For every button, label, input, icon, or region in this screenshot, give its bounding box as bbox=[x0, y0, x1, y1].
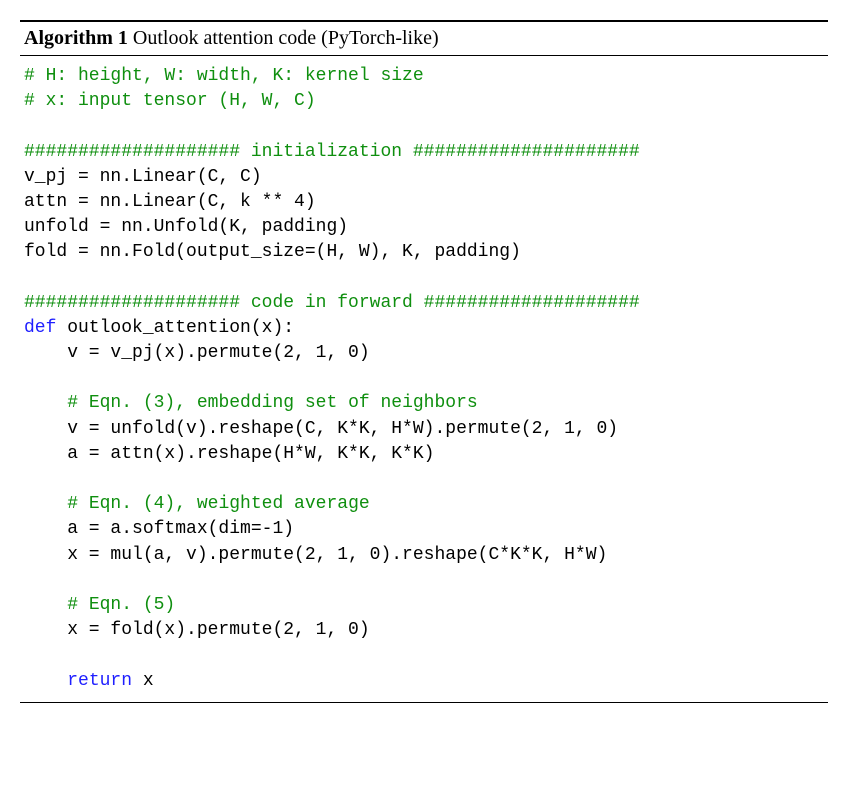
keyword-return: return bbox=[67, 671, 132, 691]
comment-eqn4: # Eqn. (4), weighted average bbox=[67, 494, 369, 514]
code-line: a = a.softmax(dim=-1) bbox=[24, 519, 294, 539]
algorithm-label: Algorithm 1 bbox=[24, 27, 128, 49]
code-line: v_pj = nn.Linear(C, C) bbox=[24, 167, 262, 187]
code-line: a = attn(x).reshape(H*W, K*K, K*K) bbox=[24, 444, 434, 464]
code-line: fold = nn.Fold(output_size=(H, W), K, pa… bbox=[24, 242, 521, 262]
top-rule bbox=[20, 20, 828, 22]
code-text: x bbox=[132, 671, 154, 691]
comment-section-init: #################### initialization ####… bbox=[24, 142, 640, 162]
comment-eqn5: # Eqn. (5) bbox=[67, 595, 175, 615]
code-line: v = v_pj(x).permute(2, 1, 0) bbox=[24, 343, 370, 363]
algorithm-block: Algorithm 1 Outlook attention code (PyTo… bbox=[20, 20, 828, 703]
code-line: v = unfold(v).reshape(C, K*K, H*W).permu… bbox=[24, 419, 618, 439]
code-listing: # H: height, W: width, K: kernel size # … bbox=[20, 62, 828, 696]
comment-eqn3: # Eqn. (3), embedding set of neighbors bbox=[67, 393, 477, 413]
code-text: outlook_attention(x): bbox=[56, 318, 294, 338]
indent bbox=[24, 494, 67, 514]
indent bbox=[24, 393, 67, 413]
code-line: x = fold(x).permute(2, 1, 0) bbox=[24, 620, 370, 640]
keyword-def: def bbox=[24, 318, 56, 338]
algorithm-header: Algorithm 1 Outlook attention code (PyTo… bbox=[20, 24, 828, 53]
mid-rule bbox=[20, 55, 828, 56]
algorithm-title: Outlook attention code (PyTorch-like) bbox=[133, 27, 439, 49]
comment-line: # H: height, W: width, K: kernel size bbox=[24, 66, 424, 86]
comment-section-forward: #################### code in forward ###… bbox=[24, 293, 640, 313]
indent bbox=[24, 595, 67, 615]
code-line: attn = nn.Linear(C, k ** 4) bbox=[24, 192, 316, 212]
comment-line: # x: input tensor (H, W, C) bbox=[24, 91, 316, 111]
code-line: unfold = nn.Unfold(K, padding) bbox=[24, 217, 348, 237]
code-line: x = mul(a, v).permute(2, 1, 0).reshape(C… bbox=[24, 545, 607, 565]
bottom-rule bbox=[20, 702, 828, 703]
indent bbox=[24, 671, 67, 691]
